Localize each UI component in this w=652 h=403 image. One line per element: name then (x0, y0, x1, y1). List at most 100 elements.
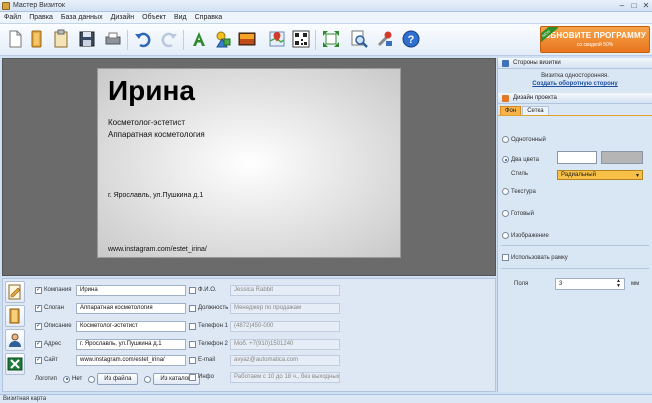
edit-fields-button[interactable] (5, 281, 25, 303)
bg-texture-option[interactable]: Текстура (502, 188, 536, 195)
info-checkbox[interactable] (189, 373, 196, 381)
tab-background[interactable]: Фон (500, 106, 522, 115)
menu-design[interactable]: Дизайн (111, 14, 135, 21)
templates-button[interactable] (50, 28, 72, 50)
spinner-arrows-icon[interactable]: ▲ ▼ (616, 279, 621, 289)
business-card[interactable]: Ирина Косметолог-эстетист Аппаратная кос… (97, 68, 401, 258)
bg-two-colors-option[interactable]: Два цвета (502, 156, 539, 163)
preview-button[interactable] (348, 28, 370, 50)
image-icon (238, 32, 256, 46)
excel-import-button[interactable] (5, 353, 25, 375)
menu-help[interactable]: Справка (195, 14, 222, 21)
book-button[interactable] (5, 305, 25, 327)
slogan-checkbox[interactable]: ✓ (35, 304, 42, 312)
bg-image-radio[interactable] (502, 232, 509, 239)
chevron-down-icon: ▾ (635, 172, 639, 179)
slogan-label: Слоган (44, 305, 64, 311)
add-map-button[interactable] (266, 28, 288, 50)
field-row-site: ✓ Сайт www.instagram.com/estet_irina/ (35, 354, 186, 366)
logo-none-radio[interactable] (63, 375, 70, 383)
toolbar-separator (315, 30, 316, 50)
menu-object[interactable]: Объект (142, 14, 166, 21)
redo-button[interactable] (158, 28, 180, 50)
description-label: Описание (44, 323, 72, 329)
design-canvas[interactable]: Ирина Косметолог-эстетист Аппаратная кос… (2, 58, 496, 276)
menu-file[interactable]: Файл (4, 14, 21, 21)
bg-solid-option[interactable]: Однотонный (502, 136, 546, 143)
contacts-button[interactable] (5, 329, 25, 351)
app-icon (2, 1, 10, 10)
phone1-input[interactable]: (4872)450-000 (230, 320, 340, 332)
bg-texture-radio[interactable] (502, 188, 509, 195)
card-sides-header[interactable]: Стороны визитки (498, 58, 652, 69)
email-input[interactable]: avyaz@automatica.com (230, 354, 340, 366)
card-address-text[interactable]: г. Ярославль, ул.Пушкина д.1 (108, 192, 203, 199)
card-sides-icon (502, 59, 509, 67)
open-button[interactable] (26, 28, 48, 50)
address-checkbox[interactable]: ✓ (35, 340, 42, 348)
bg-solid-radio[interactable] (502, 136, 509, 143)
info-input[interactable]: Работаем с 10 до 18 ч., без выходных (230, 371, 340, 383)
card-company-text[interactable]: Ирина (108, 75, 195, 107)
company-checkbox[interactable]: ✓ (35, 286, 42, 294)
add-shape-button[interactable] (212, 28, 234, 50)
design-header[interactable]: Дизайн проекта (498, 93, 652, 104)
phone1-checkbox[interactable] (189, 322, 196, 330)
fio-checkbox[interactable] (189, 286, 196, 294)
add-image-button[interactable] (236, 28, 258, 50)
bg-ready-radio[interactable] (502, 210, 509, 217)
logo-catalog-radio[interactable] (144, 375, 152, 383)
save-button[interactable] (76, 28, 98, 50)
description-checkbox[interactable]: ✓ (35, 322, 42, 330)
use-frame-option[interactable]: Использовать рамку (502, 254, 568, 261)
company-input[interactable]: Ирина (76, 284, 186, 296)
edit-note-icon (8, 284, 21, 300)
gradient-style-select[interactable]: Радиальный ▾ (557, 170, 643, 180)
email-checkbox[interactable] (189, 356, 196, 364)
upgrade-promo-button[interactable]: NEW ОБНОВИТЕ ПРОГРАММУ со скидкой 50% (540, 26, 650, 53)
tab-grid[interactable]: Сетка (522, 106, 549, 115)
bg-ready-option[interactable]: Готовый (502, 210, 534, 217)
site-checkbox[interactable]: ✓ (35, 356, 42, 364)
menu-database[interactable]: База данных (61, 14, 103, 21)
tools-button[interactable] (374, 28, 396, 50)
print-button[interactable] (102, 28, 124, 50)
card-slogan-text[interactable]: Косметолог-эстетист (108, 118, 185, 127)
menu-view[interactable]: Вид (174, 14, 187, 21)
phone2-input[interactable]: Моб. +7(910)1501240 (230, 338, 340, 350)
new-file-button[interactable] (4, 28, 26, 50)
field-row-slogan: ✓ Слоган Аппаратная косметология (35, 302, 186, 314)
color2-swatch[interactable] (601, 151, 643, 164)
qr-code-button[interactable] (290, 28, 312, 50)
position-checkbox[interactable] (189, 304, 196, 312)
card-site-text[interactable]: www.instagram.com/estet_irina/ (108, 246, 207, 253)
add-text-button[interactable] (188, 28, 210, 50)
phone2-checkbox[interactable] (189, 340, 196, 348)
slogan-input[interactable]: Аппаратная косметология (76, 302, 186, 314)
bg-image-option[interactable]: Изображение (502, 232, 549, 239)
style-label: Стиль (511, 171, 529, 177)
site-input[interactable]: www.instagram.com/estet_irina/ (76, 354, 186, 366)
phone1-label: Телефон 1 (198, 323, 228, 329)
help-button[interactable]: ? (400, 28, 422, 50)
create-back-side-link[interactable]: Создать оборотную сторону (498, 81, 652, 87)
logo-file-radio[interactable] (88, 375, 96, 383)
margins-spinner[interactable]: 3 ▲ ▼ (555, 278, 625, 290)
description-input[interactable]: Косметолог-эстетист (76, 320, 186, 332)
position-input[interactable]: Менеджер по продажам (230, 302, 340, 314)
minimize-button[interactable]: – (616, 1, 628, 11)
close-button[interactable]: ✕ (640, 1, 652, 11)
address-input[interactable]: г. Ярославль, ул.Пушкина д.1 (76, 338, 186, 350)
use-frame-checkbox[interactable] (502, 254, 509, 261)
maximize-button[interactable]: □ (628, 1, 640, 11)
undo-button[interactable] (132, 28, 154, 50)
bg-two-colors-radio[interactable] (502, 156, 509, 163)
card-description-text[interactable]: Аппаратная косметология (108, 130, 205, 139)
fields-panel: ✓ Компания Ирина ✓ Слоган Аппаратная кос… (2, 278, 496, 392)
fit-to-screen-button[interactable] (320, 28, 342, 50)
logo-from-file-button[interactable]: Из файла (97, 373, 139, 385)
menu-edit[interactable]: Правка (29, 14, 53, 21)
fio-input[interactable]: Jessica Rabbit (230, 284, 340, 296)
fio-label: Ф.И.О. (198, 287, 217, 293)
color1-swatch[interactable] (557, 151, 597, 164)
